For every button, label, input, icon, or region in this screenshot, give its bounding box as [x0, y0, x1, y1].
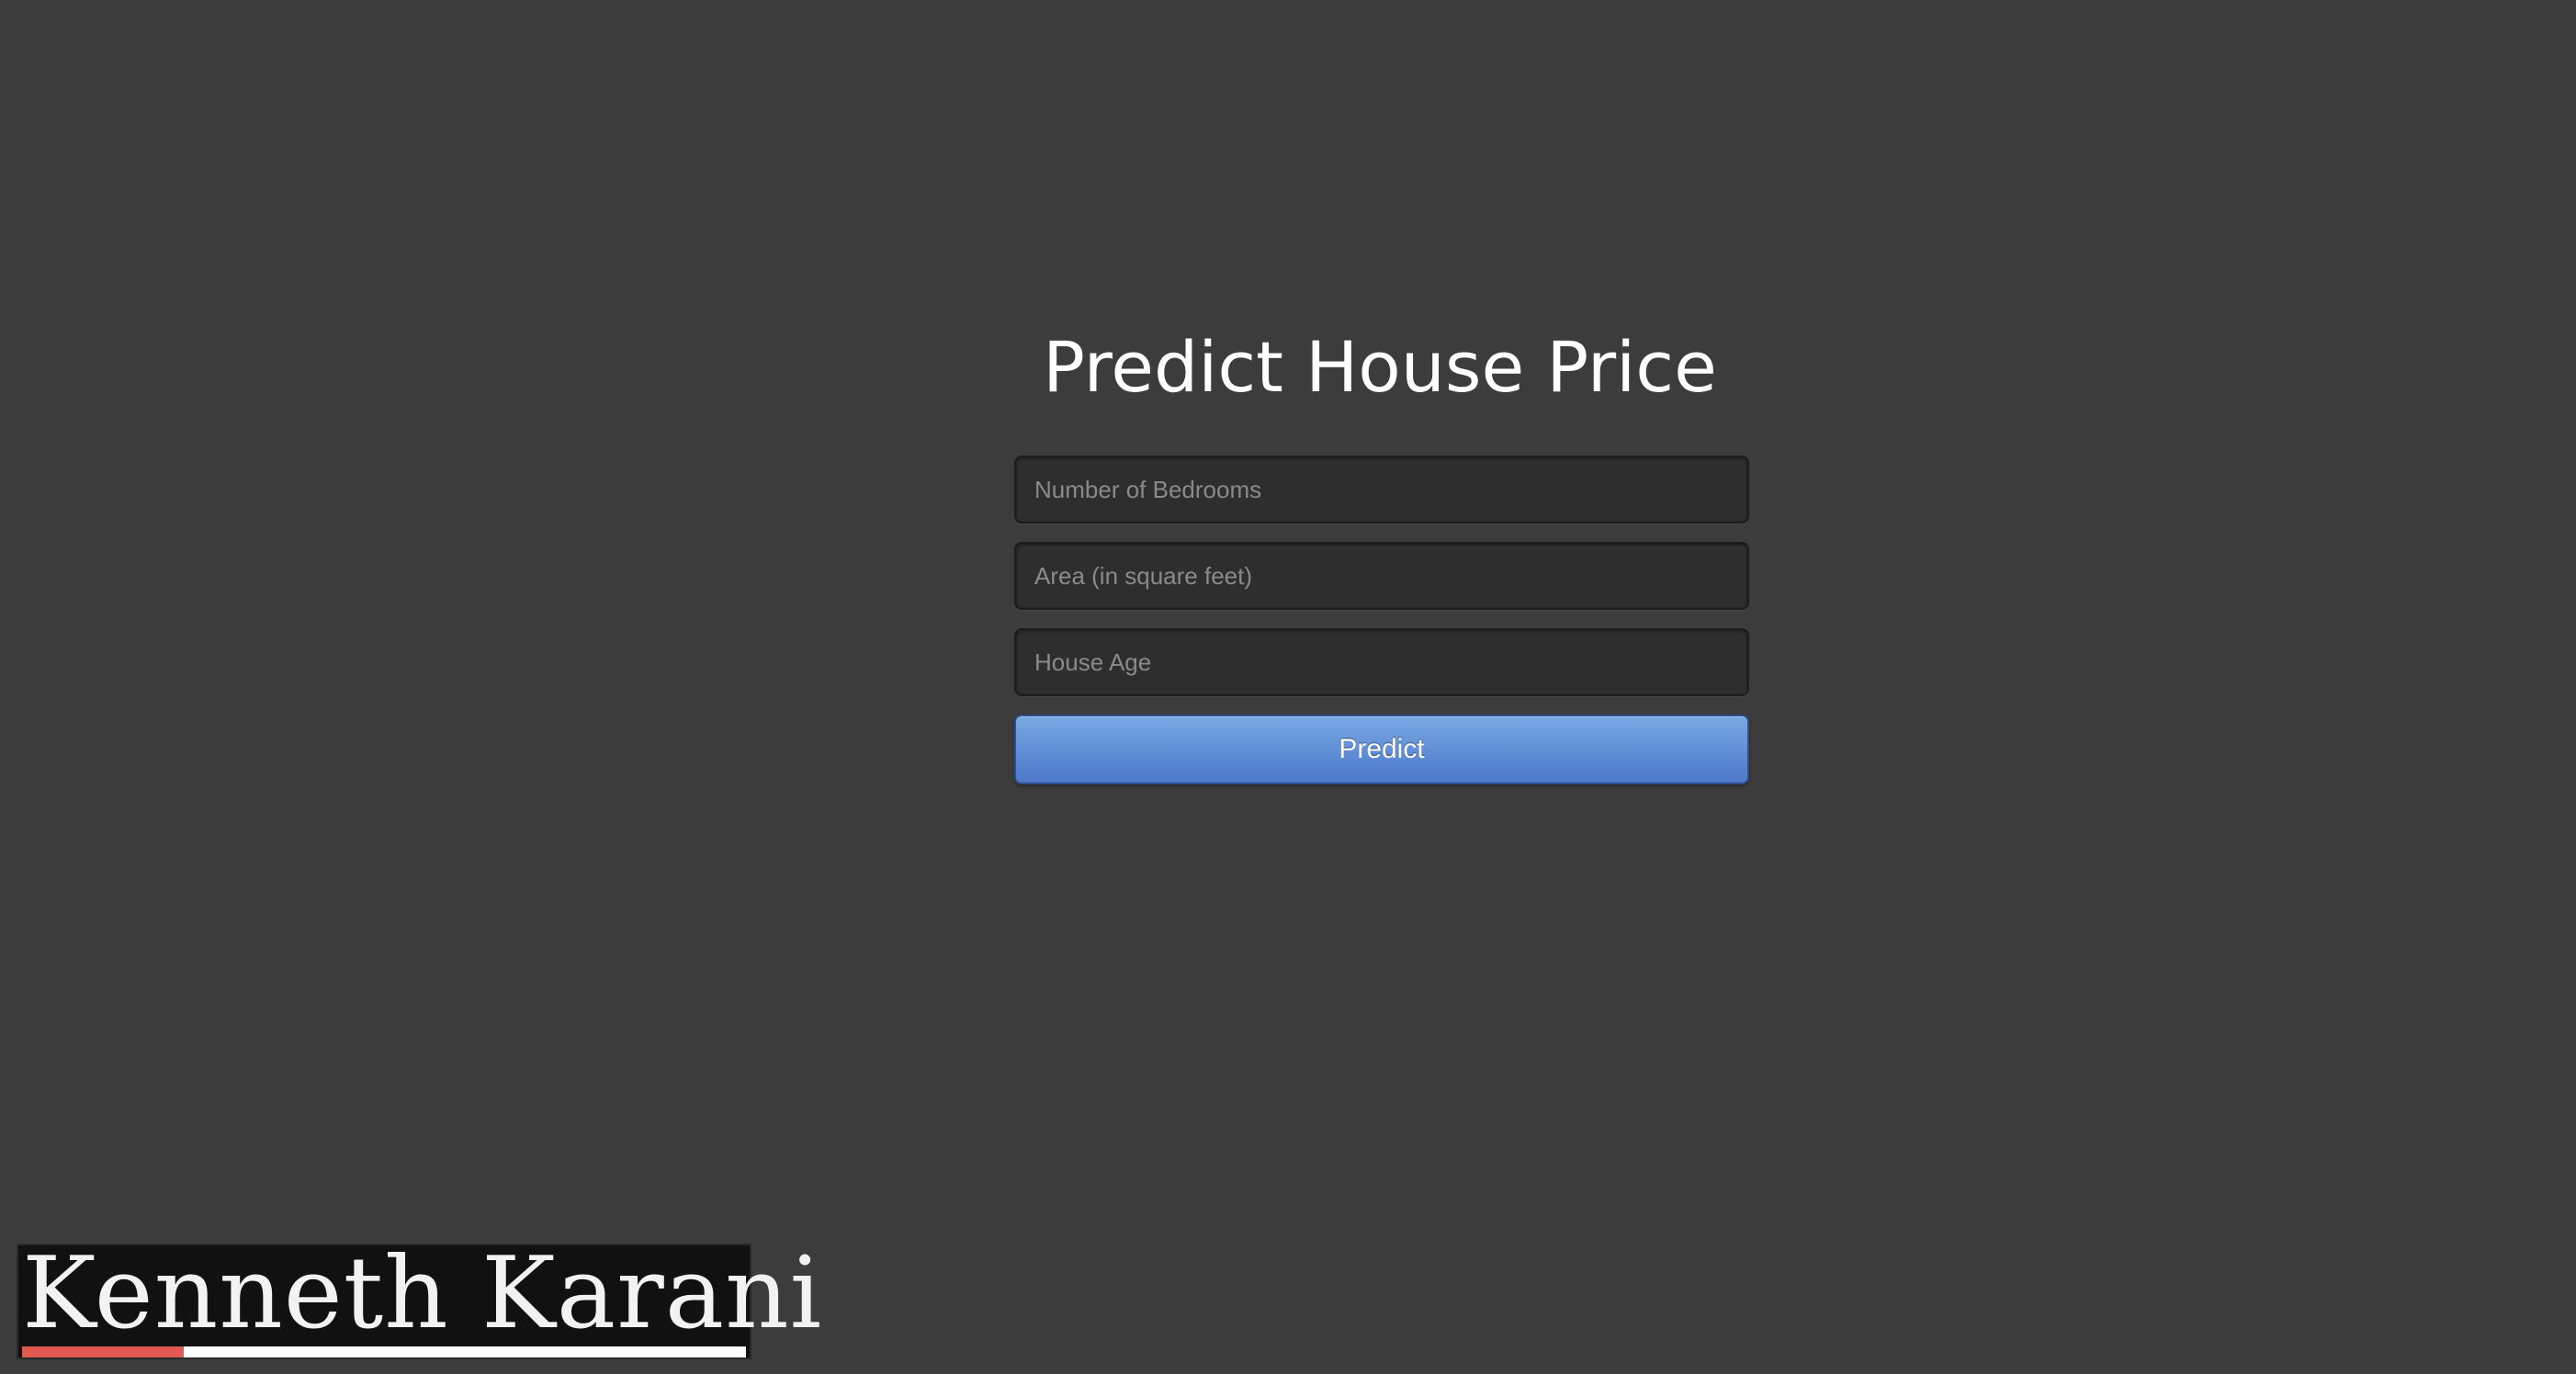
- author-name: Kenneth Karani: [22, 1236, 823, 1351]
- predict-button[interactable]: Predict: [1014, 715, 1749, 784]
- bedrooms-input[interactable]: [1014, 456, 1749, 524]
- prediction-form: Predict: [1014, 456, 1749, 784]
- signature-underline: [22, 1346, 746, 1357]
- signature-accent-bar: [22, 1346, 184, 1357]
- author-signature-logo: Kenneth Karani: [17, 1236, 821, 1359]
- house-age-input[interactable]: [1014, 628, 1749, 696]
- page-title: Predict House Price: [1043, 326, 1717, 408]
- page: Predict House Price Predict Kenneth Kara…: [0, 0, 2576, 1374]
- area-input[interactable]: [1014, 542, 1749, 610]
